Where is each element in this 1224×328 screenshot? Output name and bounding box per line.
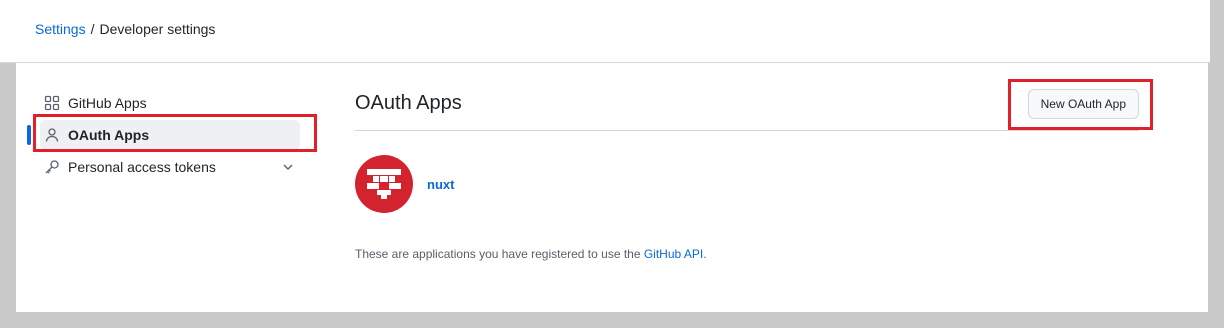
app-avatar[interactable] <box>355 155 413 213</box>
sidebar-item-label: GitHub Apps <box>68 95 147 111</box>
sidebar-item-label: Personal access tokens <box>68 159 216 175</box>
footnote-text: These are applications you have register… <box>355 247 644 261</box>
breadcrumb-current: Developer settings <box>99 21 216 37</box>
apps-grid-icon <box>44 95 60 111</box>
app-identicon-icon <box>367 169 401 199</box>
app-name-link[interactable]: nuxt <box>427 177 454 192</box>
github-api-link[interactable]: GitHub API <box>644 247 703 261</box>
key-icon <box>44 159 60 175</box>
footnote: These are applications you have register… <box>355 247 707 261</box>
breadcrumb-settings-link[interactable]: Settings <box>35 21 86 37</box>
highlight-new-oauth-app <box>1008 79 1153 130</box>
breadcrumb: Settings / Developer settings <box>35 20 215 38</box>
top-bar: Settings / Developer settings <box>0 0 1210 63</box>
chevron-down-icon[interactable] <box>280 159 296 175</box>
footnote-suffix: . <box>703 247 707 261</box>
sidebar-item-personal-access-tokens[interactable]: Personal access tokens <box>40 152 300 182</box>
highlight-oauth-apps <box>33 114 317 152</box>
page-title: OAuth Apps <box>355 92 462 114</box>
list-item: nuxt <box>355 147 1139 221</box>
breadcrumb-separator: / <box>90 21 95 37</box>
